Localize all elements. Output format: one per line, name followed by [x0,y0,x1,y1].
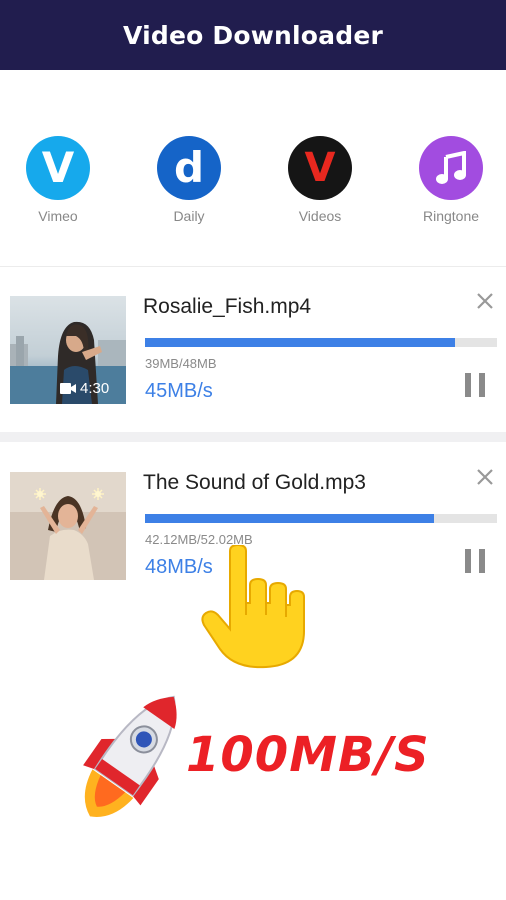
vimeo-icon: V [26,136,90,200]
shortcut-videos[interactable]: V Videos [265,136,375,224]
rocket-icon [68,680,198,830]
file-name: Rosalie_Fish.mp4 [143,295,312,318]
pointing-hand-icon [200,543,310,671]
promo-speed-text: 100MB/S [186,727,430,783]
file-name: The Sound of Gold.mp3 [143,471,366,494]
divider [0,432,506,442]
progress-bar [145,514,497,523]
dailymotion-icon: d [157,136,221,200]
divider [0,266,506,267]
duration-badge: 4:30 [60,380,109,397]
music-note-icon [419,136,483,200]
video-thumbnail[interactable]: 4:30 [10,296,126,404]
progress-fill [145,338,455,347]
shortcut-label: Vimeo [38,208,78,224]
close-icon[interactable] [470,286,500,316]
shortcut-label: Daily [173,208,205,224]
pause-icon[interactable] [460,546,490,576]
app-title: Video Downloader [122,20,384,50]
download-item[interactable]: 4:30 Rosalie_Fish.mp4 39MB/48MB 45MB/s [0,282,506,422]
progress-fill [145,514,434,523]
close-icon[interactable] [470,462,500,492]
progress-bar [145,338,497,347]
video-camera-icon [60,383,76,394]
shortcut-bar: V Vimeo d Daily V Videos Ringtone [0,136,506,236]
pause-icon[interactable] [460,370,490,400]
shortcut-label: Ringtone [422,208,480,224]
shortcut-vimeo[interactable]: V Vimeo [3,136,113,224]
shortcut-daily[interactable]: d Daily [134,136,244,224]
speed-text: 45MB/s [145,380,213,402]
size-text: 39MB/48MB [145,356,217,371]
app-header: Video Downloader [0,0,506,70]
shortcut-ringtone[interactable]: Ringtone [396,136,506,224]
audio-thumbnail[interactable] [10,472,126,580]
shortcut-label: Videos [298,208,342,224]
videos-icon: V [288,136,352,200]
